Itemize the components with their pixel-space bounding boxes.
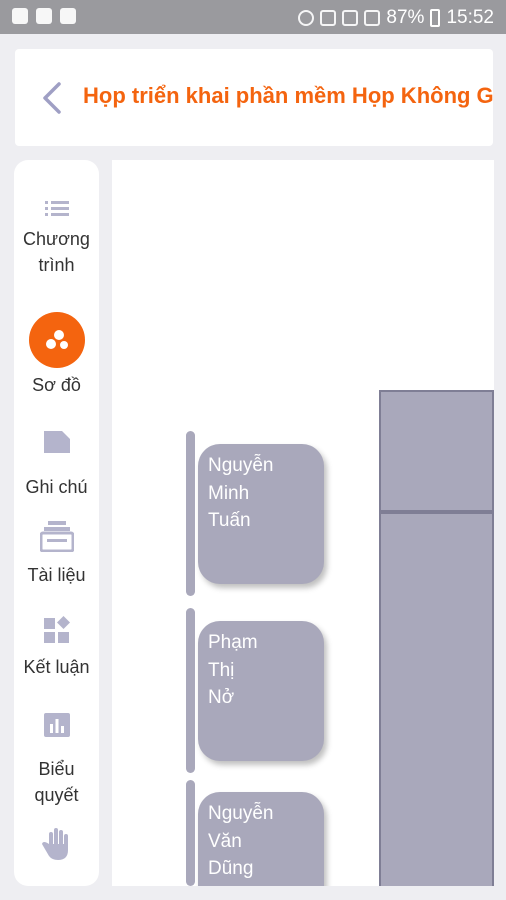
chevron-left-icon	[43, 82, 61, 114]
battery-icon	[430, 9, 441, 27]
document-stack-icon	[39, 521, 74, 552]
bar-chart-icon	[43, 713, 70, 737]
meeting-table-top[interactable]	[379, 390, 494, 512]
list-icon	[44, 201, 69, 216]
attendee-name-line: Văn	[208, 830, 242, 852]
battery-percent: 87%	[386, 7, 425, 28]
sidebar-item-label: Kết luận	[23, 657, 90, 677]
sidebar-item-voting[interactable]: Biểu quyết	[14, 712, 99, 808]
seating-diagram: Nguyễn Minh Tuấn Phạm Thị Nở Nguyễn Văn …	[112, 160, 494, 886]
group-bracket	[186, 431, 195, 596]
sidebar-item-documents[interactable]: Tài liệu	[14, 520, 99, 588]
attendee-name-line: Tuấn	[208, 510, 251, 531]
notification-icons	[12, 8, 76, 24]
sidebar-item-agenda[interactable]: Chương trình	[14, 198, 99, 278]
sidebar-item-conclusion[interactable]: Kết luận	[14, 616, 99, 680]
page-title: Họp triển khai phần mềm Họp Không Giấy	[83, 83, 493, 108]
system-icons: 87% 15:52	[298, 7, 494, 29]
attendee-card[interactable]: Nguyễn Minh Tuấn	[198, 444, 324, 584]
attendee-name-line: Phạm	[208, 632, 258, 653]
wifi-icon	[320, 10, 337, 26]
group-bracket	[186, 780, 195, 886]
alarm-icon	[298, 10, 315, 26]
sim-icon	[342, 10, 359, 26]
facebook-icon	[12, 8, 28, 24]
attendee-name-line: Thị	[208, 659, 235, 681]
gallery-icon	[36, 8, 52, 24]
clock: 15:52	[446, 7, 494, 28]
sidebar-item-raise-hand[interactable]	[14, 826, 99, 862]
active-indicator	[28, 312, 85, 368]
sidebar-item-label: Tài liệu	[27, 565, 86, 585]
sidebar-item-diagram[interactable]: Sơ đồ	[14, 312, 99, 398]
attendee-name-line: Minh	[208, 482, 250, 504]
sidebar-item-notes[interactable]: Ghi chú	[14, 428, 99, 500]
attendee-card[interactable]: Nguyễn Văn Dũng	[198, 792, 324, 886]
back-button[interactable]	[39, 80, 67, 116]
note-icon	[43, 431, 70, 453]
sidebar-item-label: Biểu quyết	[34, 759, 79, 805]
meeting-table-main[interactable]	[379, 512, 494, 886]
attendee-name-line: Nguyễn	[208, 803, 274, 824]
sidebar-item-label: Chương trình	[23, 229, 90, 275]
sidebar-item-label: Sơ đồ	[32, 375, 81, 395]
attendee-card[interactable]: Phạm Thị Nở	[198, 621, 324, 761]
sidebar-item-label: Ghi chú	[25, 477, 88, 497]
messenger-icon	[60, 8, 76, 24]
attendee-name-line: Dũng	[208, 858, 254, 879]
status-bar: 87% 15:52	[0, 0, 506, 34]
sidebar: Chương trình Sơ đồ Ghi chú Tài liệu Kết …	[14, 160, 99, 886]
attendee-name-line: Nguyễn	[208, 455, 274, 476]
signal-icon	[364, 10, 381, 26]
widgets-icon	[43, 616, 70, 643]
hand-icon	[41, 828, 68, 860]
diagram-icon	[45, 330, 68, 349]
group-bracket	[186, 608, 195, 773]
attendee-name-line: Nở	[208, 687, 235, 708]
meeting-header: Họp triển khai phần mềm Họp Không Giấy	[15, 49, 493, 146]
